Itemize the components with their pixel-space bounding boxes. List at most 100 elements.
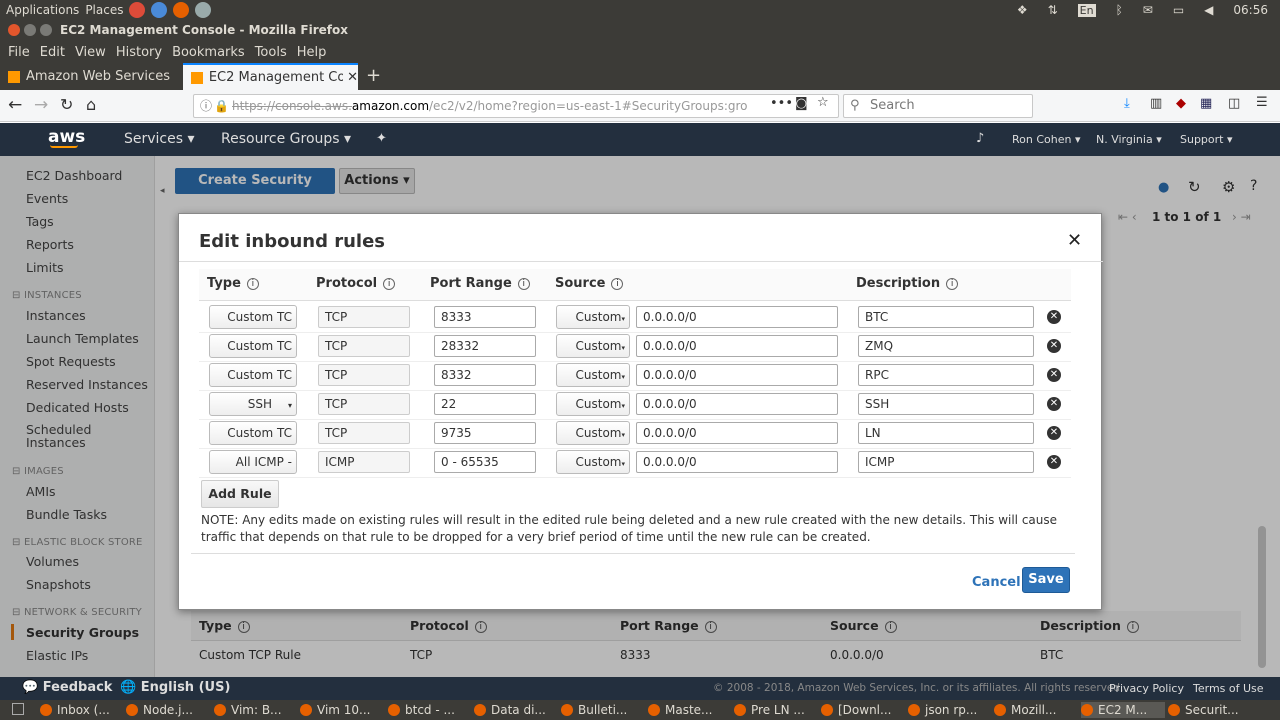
rule-port-range-input[interactable]: 9735: [434, 422, 536, 444]
network-icon[interactable]: ⇅: [1048, 3, 1058, 17]
terms-of-use-link[interactable]: Terms of Use: [1193, 682, 1264, 695]
tab-amazon-web-services[interactable]: Amazon Web Services: [0, 63, 182, 90]
rule-source-select[interactable]: Custom▾: [556, 392, 630, 416]
rule-port-range-input[interactable]: 0 - 65535: [434, 451, 536, 473]
user-menu[interactable]: Ron Cohen ▾: [1012, 133, 1081, 146]
rule-protocol-field[interactable]: ICMP: [318, 451, 410, 473]
menu-tools[interactable]: Tools: [255, 45, 287, 60]
extension-icon[interactable]: ▦: [1200, 96, 1212, 111]
clock[interactable]: 06:56: [1233, 3, 1268, 17]
pocket-icon[interactable]: ◙: [795, 96, 808, 111]
delete-rule-icon[interactable]: ✕: [1047, 368, 1061, 382]
menu-edit[interactable]: Edit: [40, 45, 65, 60]
maximize-window-icon[interactable]: [40, 24, 52, 36]
minimize-window-icon[interactable]: [24, 24, 36, 36]
rule-source-select[interactable]: Custom▾: [556, 334, 630, 358]
taskbar-window-item[interactable]: Vim 10...: [300, 702, 384, 718]
keyboard-layout-indicator[interactable]: En: [1077, 3, 1096, 17]
delete-rule-icon[interactable]: ✕: [1047, 339, 1061, 353]
dropbox-icon[interactable]: ❖: [1017, 3, 1028, 17]
close-window-icon[interactable]: [8, 24, 20, 36]
rule-protocol-field[interactable]: TCP: [318, 393, 410, 415]
rule-description-input[interactable]: ICMP: [858, 451, 1034, 473]
back-icon[interactable]: ←: [8, 95, 22, 115]
places-menu[interactable]: Places: [85, 3, 123, 17]
library-icon[interactable]: ▥: [1150, 96, 1162, 111]
rule-type-select[interactable]: SSH ▾: [209, 392, 297, 416]
cancel-button[interactable]: Cancel: [972, 575, 1021, 590]
bookmark-star-icon[interactable]: ☆: [817, 95, 829, 110]
downloads-icon[interactable]: ⤓: [1124, 96, 1130, 111]
rule-port-range-input[interactable]: 8333: [434, 306, 536, 328]
delete-rule-icon[interactable]: ✕: [1047, 455, 1061, 469]
taskbar-window-item[interactable]: [Downl...: [821, 702, 905, 718]
delete-rule-icon[interactable]: ✕: [1047, 426, 1061, 440]
chrome-launcher-icon[interactable]: [129, 2, 146, 18]
rule-type-select[interactable]: Custom TC: [209, 305, 297, 329]
search-bar[interactable]: ⚲ Search: [843, 94, 1033, 118]
rule-protocol-field[interactable]: TCP: [318, 422, 410, 444]
support-menu[interactable]: Support ▾: [1180, 133, 1233, 146]
battery-icon[interactable]: ▭: [1173, 3, 1184, 17]
services-menu[interactable]: Services ▾: [124, 131, 195, 147]
close-tab-icon[interactable]: ✕: [347, 70, 358, 85]
rule-cidr-input[interactable]: 0.0.0.0/0: [636, 335, 838, 357]
rule-port-range-input[interactable]: 22: [434, 393, 536, 415]
insecure-lock-icon[interactable]: 🔒: [214, 95, 229, 117]
bluetooth-icon[interactable]: ᛒ: [1116, 3, 1123, 17]
page-actions-icon[interactable]: •••: [770, 96, 793, 111]
rule-protocol-field[interactable]: TCP: [318, 335, 410, 357]
hamburger-menu-icon[interactable]: ☰: [1256, 95, 1268, 110]
reload-icon[interactable]: ↻: [60, 95, 73, 114]
forward-icon[interactable]: →: [34, 95, 48, 115]
rule-cidr-input[interactable]: 0.0.0.0/0: [636, 393, 838, 415]
menu-help[interactable]: Help: [297, 45, 327, 60]
rule-description-input[interactable]: LN: [858, 422, 1034, 444]
rule-description-input[interactable]: BTC: [858, 306, 1034, 328]
site-info-icon[interactable]: ⓘ: [200, 95, 212, 117]
applications-menu[interactable]: Applications: [6, 3, 79, 17]
ublock-icon[interactable]: ◆: [1176, 96, 1186, 111]
taskbar-window-item[interactable]: json rp...: [908, 702, 992, 718]
settings-launcher-icon[interactable]: [195, 2, 212, 18]
menu-bookmarks[interactable]: Bookmarks: [172, 45, 245, 60]
delete-rule-icon[interactable]: ✕: [1047, 397, 1061, 411]
feedback-link[interactable]: 💬 Feedback: [22, 680, 112, 695]
taskbar-window-item[interactable]: Bulleti...: [561, 702, 645, 718]
chromium-launcher-icon[interactable]: [151, 2, 168, 18]
rule-source-select[interactable]: Custom▾: [556, 421, 630, 445]
taskbar-window-item[interactable]: Maste...: [648, 702, 732, 718]
rule-cidr-input[interactable]: 0.0.0.0/0: [636, 422, 838, 444]
rule-description-input[interactable]: RPC: [858, 364, 1034, 386]
rule-type-select[interactable]: Custom TC: [209, 334, 297, 358]
notifications-bell-icon[interactable]: ♪: [976, 131, 984, 146]
sidebar-toggle-icon[interactable]: ◫: [1228, 96, 1240, 111]
pin-icon[interactable]: ✦: [376, 131, 387, 146]
rule-source-select[interactable]: Custom▾: [556, 450, 630, 474]
rule-type-select[interactable]: All ICMP -: [209, 450, 297, 474]
add-rule-button[interactable]: Add Rule: [201, 480, 279, 508]
taskbar-window-item[interactable]: Vim: B...: [214, 702, 298, 718]
rule-cidr-input[interactable]: 0.0.0.0/0: [636, 364, 838, 386]
resource-groups-menu[interactable]: Resource Groups ▾: [221, 131, 351, 147]
rule-port-range-input[interactable]: 28332: [434, 335, 536, 357]
taskbar-window-item[interactable]: Inbox (...: [40, 702, 124, 718]
save-button[interactable]: Save: [1022, 567, 1070, 593]
taskbar-window-item[interactable]: Mozill...: [994, 702, 1078, 718]
language-selector[interactable]: 🌐 English (US): [120, 680, 230, 695]
show-desktop-icon[interactable]: [12, 703, 24, 715]
rule-type-select[interactable]: Custom TC: [209, 421, 297, 445]
rule-protocol-field[interactable]: TCP: [318, 364, 410, 386]
new-tab-icon[interactable]: +: [366, 65, 381, 86]
rule-source-select[interactable]: Custom▾: [556, 363, 630, 387]
rule-source-select[interactable]: Custom▾: [556, 305, 630, 329]
taskbar-window-item[interactable]: Securit...: [1168, 702, 1252, 718]
taskbar-window-item[interactable]: btcd - ...: [388, 702, 472, 718]
rule-description-input[interactable]: SSH: [858, 393, 1034, 415]
menu-view[interactable]: View: [75, 45, 106, 60]
taskbar-window-item[interactable]: Node.j...: [126, 702, 210, 718]
mail-icon[interactable]: ✉: [1143, 3, 1153, 17]
aws-logo[interactable]: aws: [48, 127, 85, 147]
close-dialog-icon[interactable]: ✕: [1067, 230, 1082, 251]
rule-protocol-field[interactable]: TCP: [318, 306, 410, 328]
